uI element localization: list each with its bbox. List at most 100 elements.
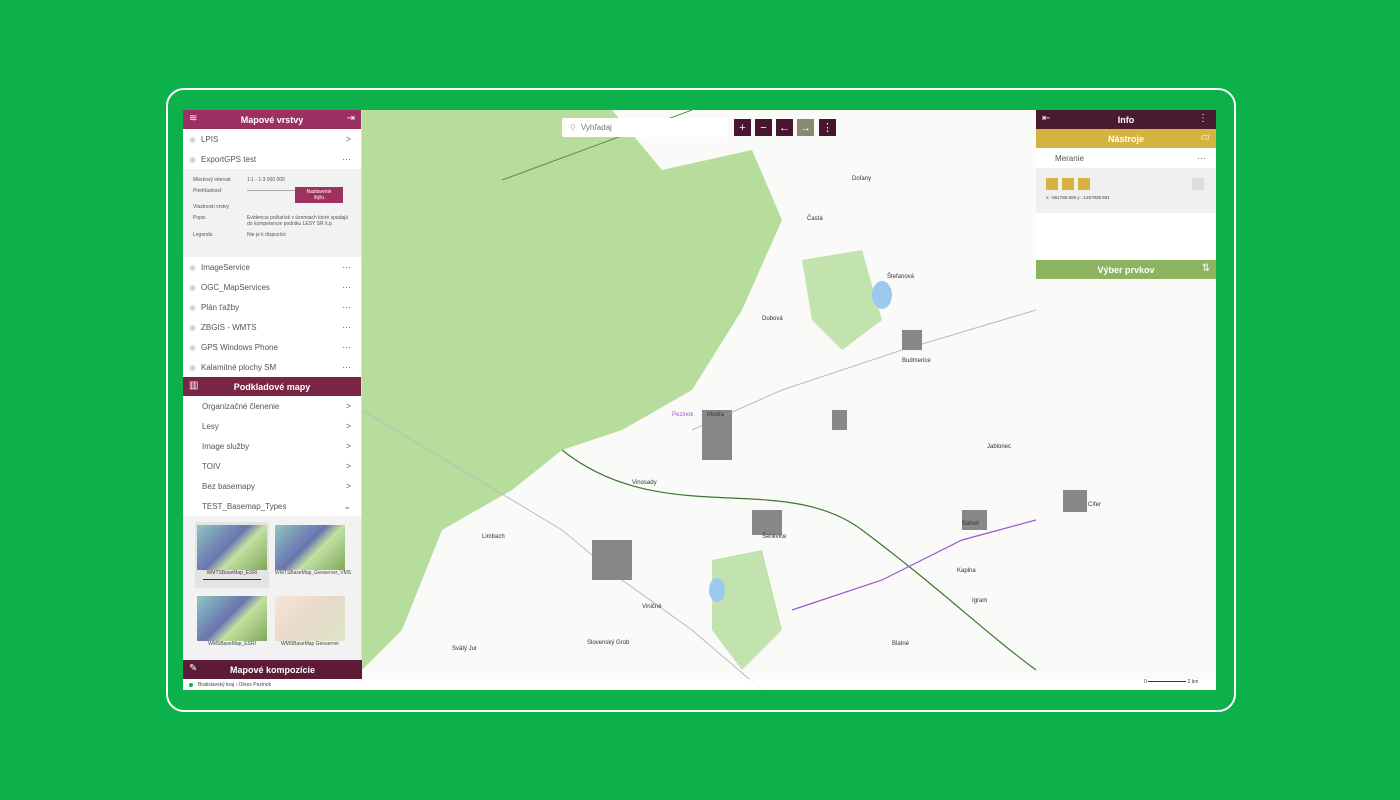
collapse-panel-icon[interactable]: ⇤ [1042, 113, 1050, 124]
measure-point-icon[interactable] [1046, 178, 1058, 190]
search-input[interactable]: ⚲ Vyhľadaj [562, 118, 728, 137]
basemap-group[interactable]: Organizačné členenie > [183, 396, 361, 416]
measure-area-icon[interactable] [1078, 178, 1090, 190]
scale-label: Mierkový interval [193, 177, 231, 183]
layer-detail: Mierkový interval 1:1 - 1:3 000 000 Prieh… [183, 169, 361, 257]
forest-area [712, 550, 782, 670]
layer-item[interactable]: ◉ Plán ťažby ··· [183, 297, 361, 317]
more-icon[interactable]: ··· [342, 302, 351, 312]
layer-item[interactable]: ◉ GPS Windows Phone ··· [183, 337, 361, 357]
layer-label: LPIS [200, 134, 219, 144]
status-dot-icon [189, 682, 193, 687]
layers-title: Mapové vrstvy [240, 114, 304, 125]
layers-icon: ≋ [189, 113, 198, 124]
selection-title: Výber prvkov [1097, 264, 1155, 275]
desc-label: Popis [193, 215, 206, 221]
eye-icon[interactable]: ◉ [189, 343, 196, 352]
layer-label: OGC_MapServices [200, 282, 270, 292]
opacity-slider[interactable] [247, 190, 295, 192]
place-label: Igram [972, 598, 987, 604]
zoom-out-button[interactable]: − [755, 119, 772, 136]
place-label: Svätý Jur [452, 646, 477, 652]
thumb-label: WMTSBaseMap_ESRI [206, 570, 258, 576]
place-label: Pezinok [672, 412, 694, 418]
basemap-group[interactable]: TEST_Basemap_Types ⌄ [183, 496, 361, 516]
thumb-label: WMSBaseMap Geoserver [280, 641, 340, 647]
info-header: ⇤ Info ⋮ [1036, 110, 1216, 129]
more-button[interactable]: ⋮ [819, 119, 836, 136]
collapse-panel-icon[interactable]: ⇥ [347, 113, 355, 124]
more-icon[interactable]: ··· [342, 282, 351, 292]
more-icon[interactable]: ··· [342, 342, 351, 352]
town-block [1063, 490, 1087, 512]
layer-item[interactable]: ◉ ExportGPS test ··· [183, 149, 361, 169]
layer-item[interactable]: ◉ OGC_MapServices ··· [183, 277, 361, 297]
filter-icon[interactable]: ⇅ [1202, 263, 1210, 274]
district-border [791, 519, 1037, 611]
basemap-thumb[interactable]: WMSBaseMap_ESRI [197, 596, 267, 647]
basemap-group[interactable]: Bez basemapy > [183, 476, 361, 496]
more-icon[interactable]: ··· [1197, 153, 1206, 163]
compositions-header[interactable]: ✎ Mapové kompozície [183, 660, 362, 679]
measure-row[interactable]: Meranie ··· [1036, 148, 1216, 168]
lake [872, 281, 892, 309]
trash-icon[interactable] [1192, 178, 1204, 190]
chevron-right-icon: > [345, 461, 351, 471]
chevron-right-icon[interactable]: > [346, 134, 351, 144]
basemap-label: TEST_Basemap_Types [202, 501, 287, 511]
layer-item[interactable]: ◉ ImageService ··· [183, 257, 361, 277]
chevron-right-icon: > [345, 421, 351, 431]
place-label: Slovenský Grob [587, 640, 630, 646]
legend-label: Legenda [193, 232, 213, 238]
eye-icon[interactable]: ◉ [189, 283, 196, 292]
eye-icon[interactable]: ◉ [189, 303, 196, 312]
desc-value: Evidencia požiarísk v územiach ktoré spa… [247, 215, 349, 227]
eye-icon[interactable]: ◉ [189, 155, 196, 164]
gis-app: Pezinok Modra Vinosady Limbach Budmerice… [183, 110, 1216, 690]
thumb-label: WMTSBaseMap_Geoserver_VMS [275, 570, 352, 576]
basemap-thumb[interactable]: WMTSBaseMap_ESRI [195, 522, 269, 588]
place-label: Budmerice [902, 358, 931, 364]
layer-item[interactable]: ◉ LPIS > [183, 129, 361, 149]
eye-icon[interactable]: ◉ [189, 135, 196, 144]
status-bar: Bratislavský kraj › Okres Pezinok 0 2 km [183, 679, 1216, 690]
place-label: Šenkvice [762, 533, 787, 540]
style-settings-button[interactable]: Nastavenie štýlu [295, 187, 343, 203]
basemap-thumb[interactable]: WMTSBaseMap_Geoserver_VMS [275, 525, 352, 576]
layer-label: Plán ťažby [200, 302, 240, 312]
basemaps-header[interactable]: ▥ Podkladové mapy [183, 377, 361, 396]
eye-icon[interactable]: ◉ [189, 323, 196, 332]
more-icon[interactable]: ··· [342, 362, 351, 372]
layer-item[interactable]: ◉ Kalamitné plochy SM ··· [183, 357, 361, 377]
chevron-right-icon: > [345, 441, 351, 451]
place-label: Viničné [642, 604, 662, 610]
thumb-image [275, 596, 345, 641]
basemap-label: Bez basemapy [202, 481, 255, 491]
place-label: Limbach [482, 534, 505, 540]
selection-header[interactable]: Výber prvkov ⇅ [1036, 260, 1216, 279]
thumb-opacity-slider[interactable] [203, 579, 261, 580]
eye-icon[interactable]: ◉ [189, 363, 196, 372]
layer-item[interactable]: ◉ ZBGIS - WMTS ··· [183, 317, 361, 337]
basemap-group[interactable]: TOIV > [183, 456, 361, 476]
more-vertical-icon[interactable]: ⋮ [1198, 113, 1208, 124]
map-canvas[interactable]: Pezinok Modra Vinosady Limbach Budmerice… [361, 110, 1037, 690]
basemap-group[interactable]: Lesy > [183, 416, 361, 436]
more-icon[interactable]: ··· [342, 262, 351, 272]
tools-spacer [1036, 213, 1216, 260]
forward-button[interactable]: → [797, 119, 814, 136]
basemap-group[interactable]: Image služby > [183, 436, 361, 456]
place-label: Štefanová [887, 273, 915, 280]
breadcrumb: Bratislavský kraj › Okres Pezinok [198, 681, 272, 688]
map-svg[interactable]: Pezinok Modra Vinosady Limbach Budmerice… [361, 110, 1037, 690]
measure-line-icon[interactable] [1062, 178, 1074, 190]
layers-header: ≋ Mapové vrstvy ⇥ [183, 110, 361, 129]
basemaps-title: Podkladové mapy [233, 381, 311, 392]
more-icon[interactable]: ··· [342, 322, 351, 332]
more-icon[interactable]: ··· [342, 154, 351, 164]
basemap-thumbnails: WMTSBaseMap_ESRI WMTSBaseMap_Geoserver_V… [183, 516, 361, 660]
zoom-in-button[interactable]: + [734, 119, 751, 136]
back-button[interactable]: ← [776, 119, 793, 136]
eye-icon[interactable]: ◉ [189, 263, 196, 272]
basemap-thumb[interactable]: WMSBaseMap Geoserver [275, 596, 345, 647]
